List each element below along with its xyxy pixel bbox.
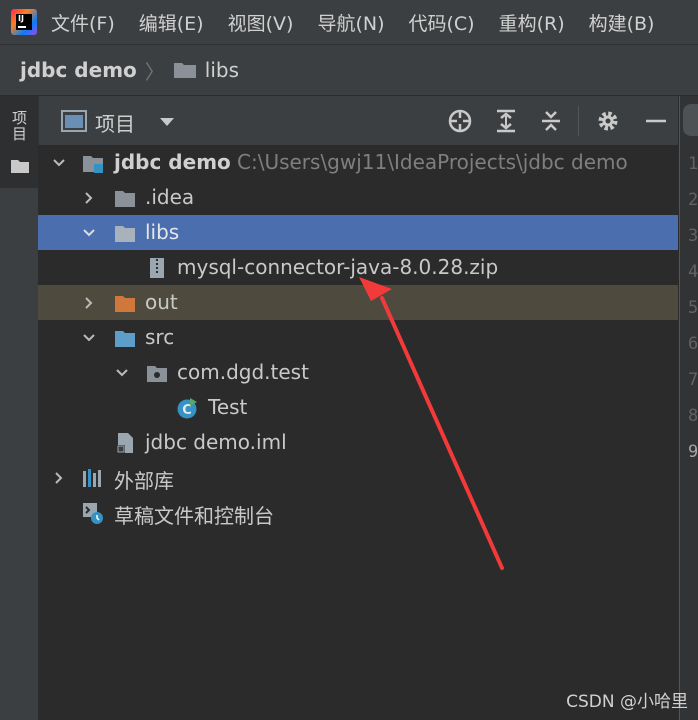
- line-number: 2: [688, 190, 698, 210]
- chevron-down-icon[interactable]: [82, 331, 96, 345]
- tree-label-external-libraries: 外部库: [114, 469, 174, 493]
- tree-label-test: Test: [208, 395, 248, 419]
- tree-row-project-root[interactable]: jdbc demo C:\Users\gwj11\IdeaProjects\jd…: [38, 145, 678, 180]
- project-root-path: C:\Users\gwj11\IdeaProjects\jdbc demo: [237, 150, 628, 174]
- chevron-right-icon: 〉: [144, 59, 165, 84]
- chevron-down-icon[interactable]: [115, 366, 129, 380]
- tool-window-strip: 项目: [0, 96, 39, 720]
- project-tool-tab-label: 项目: [12, 109, 28, 143]
- project-root-name: jdbc demo: [114, 150, 231, 174]
- tree-row-zip[interactable]: mysql-connector-java-8.0.28.zip: [38, 250, 678, 285]
- line-number: 6: [688, 334, 698, 354]
- folder-icon: [115, 226, 135, 242]
- folder-icon: [173, 63, 196, 78]
- folder-icon: [11, 160, 29, 173]
- editor-gutter: 1 2 3 4 5 6 7 8 9: [679, 96, 698, 720]
- module-file-icon: [117, 433, 133, 453]
- locate-target-icon[interactable]: [447, 108, 473, 134]
- source-folder-icon: [115, 331, 135, 347]
- tree-row-package[interactable]: com.dgd.test: [38, 355, 678, 390]
- scratches-console-icon: [83, 503, 103, 524]
- archive-file-icon: [150, 258, 164, 278]
- tree-row-scratches[interactable]: 草稿文件和控制台: [38, 495, 678, 530]
- tree-label-idea: .idea: [145, 185, 195, 209]
- tree-row-libs[interactable]: libs: [38, 215, 678, 250]
- menu-navigate[interactable]: 导航(N): [317, 9, 384, 36]
- java-class-icon: C: [177, 398, 197, 419]
- watermark-text: CSDN @小哈里: [566, 692, 688, 712]
- menu-view[interactable]: 视图(V): [228, 9, 294, 36]
- line-number: 1: [688, 154, 698, 174]
- line-number: 4: [688, 262, 698, 282]
- chevron-down-icon[interactable]: [82, 226, 96, 240]
- intellij-logo-icon[interactable]: IJ: [11, 9, 37, 35]
- excluded-folder-icon: [115, 296, 135, 312]
- line-number: 5: [688, 298, 698, 318]
- tree-row-idea[interactable]: .idea: [38, 180, 678, 215]
- library-icon: [83, 469, 101, 487]
- folder-icon: [115, 191, 135, 207]
- tree-label-libs: libs: [145, 220, 180, 244]
- chevron-down-icon[interactable]: [159, 117, 175, 127]
- tree-label-scratches: 草稿文件和控制台: [114, 504, 274, 528]
- tree-label-package: com.dgd.test: [177, 360, 309, 384]
- menu-refactor[interactable]: 重构(R): [499, 9, 565, 36]
- tree-row-src[interactable]: src: [38, 320, 678, 355]
- breadcrumb-libs[interactable]: libs: [205, 58, 239, 82]
- module-folder-icon: [83, 156, 103, 173]
- package-icon: [147, 366, 167, 382]
- line-number: 8: [688, 406, 698, 426]
- project-panel-header: 项目: [39, 96, 678, 147]
- panel-title[interactable]: 项目: [95, 108, 135, 137]
- project-tool-tab[interactable]: 项目: [0, 96, 38, 188]
- line-number: 9: [688, 442, 698, 462]
- editor-tab-icon[interactable]: [683, 104, 698, 136]
- chevron-right-icon[interactable]: [82, 191, 96, 205]
- expand-all-icon[interactable]: [493, 108, 519, 134]
- tree-row-external-libraries[interactable]: 外部库: [38, 460, 678, 495]
- menu-code[interactable]: 代码(C): [408, 9, 474, 36]
- project-tree: jdbc demo C:\Users\gwj11\IdeaProjects\jd…: [38, 145, 678, 720]
- menu-file[interactable]: 文件(F): [51, 9, 115, 36]
- menu-build[interactable]: 构建(B): [589, 9, 655, 36]
- tree-label-iml: jdbc demo.iml: [145, 430, 287, 454]
- tree-label-out: out: [145, 290, 178, 314]
- gear-icon[interactable]: [595, 108, 621, 134]
- menu-edit[interactable]: 编辑(E): [139, 9, 204, 36]
- breadcrumb: jdbc demo 〉 libs: [0, 45, 698, 96]
- tree-row-test-class[interactable]: C Test: [38, 390, 678, 425]
- tree-row-iml[interactable]: jdbc demo.iml: [38, 425, 678, 460]
- tree-label-src: src: [145, 325, 175, 349]
- breadcrumb-project[interactable]: jdbc demo: [20, 58, 137, 82]
- chevron-right-icon[interactable]: [82, 296, 96, 310]
- tree-label-zip: mysql-connector-java-8.0.28.zip: [177, 255, 499, 279]
- tree-row-out[interactable]: out: [38, 285, 678, 320]
- chevron-down-icon[interactable]: [52, 156, 66, 170]
- collapse-all-icon[interactable]: [538, 108, 564, 134]
- line-number: 3: [688, 226, 698, 246]
- minimize-icon[interactable]: [643, 108, 669, 134]
- line-number: 7: [688, 370, 698, 390]
- toolbar-separator: [578, 106, 579, 136]
- project-window-icon: [61, 110, 87, 132]
- chevron-right-icon[interactable]: [52, 471, 66, 485]
- menu-bar: IJ 文件(F) 编辑(E) 视图(V) 导航(N) 代码(C) 重构(R) 构…: [0, 0, 698, 45]
